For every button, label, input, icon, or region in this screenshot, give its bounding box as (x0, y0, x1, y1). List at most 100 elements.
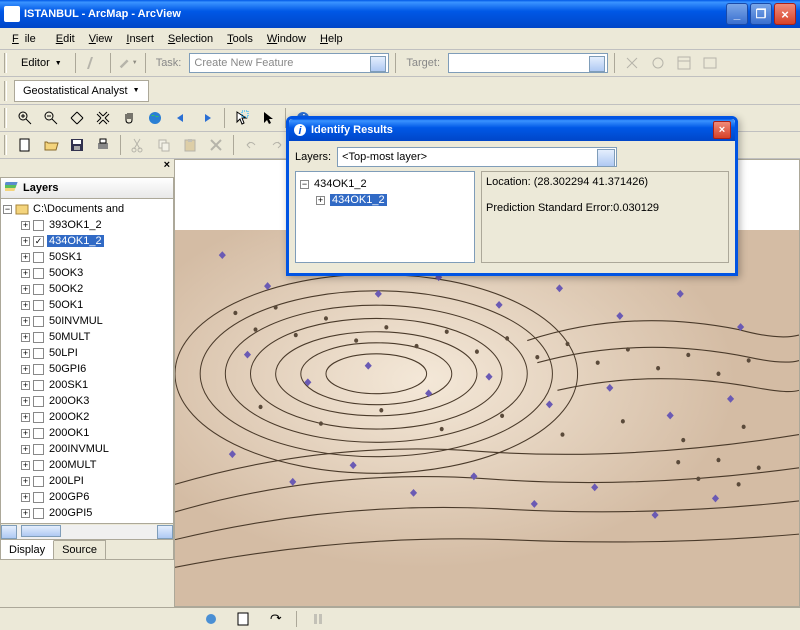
collapse-icon[interactable]: − (300, 180, 309, 189)
layer-checkbox[interactable] (33, 268, 44, 279)
toc-layer-item[interactable]: +50INVMUL (3, 313, 171, 329)
pan-icon[interactable] (118, 107, 140, 129)
full-extent-icon[interactable] (144, 107, 166, 129)
toc-layer-item[interactable]: +200MULT (3, 457, 171, 473)
prev-extent-icon[interactable] (170, 107, 192, 129)
zoom-in-icon[interactable] (14, 107, 36, 129)
toc-root[interactable]: − C:\Documents and (3, 201, 171, 217)
toc-layer-item[interactable]: +50OK3 (3, 265, 171, 281)
refresh-icon[interactable] (264, 608, 286, 630)
map-canvas[interactable] (175, 230, 799, 606)
toc-layer-item[interactable]: +50GPI6 (3, 361, 171, 377)
layer-label[interactable]: 200GPI5 (47, 507, 94, 519)
toc-layer-item[interactable]: +✓434OK1_2 (3, 233, 171, 249)
expand-icon[interactable]: + (21, 317, 30, 326)
menu-insert[interactable]: Insert (120, 31, 160, 47)
layer-checkbox[interactable] (33, 220, 44, 231)
expand-icon[interactable]: + (21, 253, 30, 262)
layer-checkbox[interactable] (33, 284, 44, 295)
expand-icon[interactable]: + (21, 301, 30, 310)
toc-layer-item[interactable]: +200OK1 (3, 425, 171, 441)
toc-layer-item[interactable]: +50SK1 (3, 249, 171, 265)
new-icon[interactable] (14, 134, 36, 156)
toc-layer-item[interactable]: +200LPI (3, 473, 171, 489)
identify-layers-combo[interactable]: <Top-most layer> (337, 147, 617, 167)
layer-label[interactable]: 50GPI6 (47, 363, 88, 375)
identify-tree-child[interactable]: 434OK1_2 (330, 194, 387, 206)
layer-checkbox[interactable] (33, 300, 44, 311)
next-extent-icon[interactable] (196, 107, 218, 129)
layer-label[interactable]: 200MULT (47, 459, 98, 471)
expand-icon[interactable]: + (21, 429, 30, 438)
toc-close-button[interactable]: × (164, 159, 170, 171)
layer-checkbox[interactable] (33, 396, 44, 407)
layer-label[interactable]: 50OK1 (47, 299, 85, 311)
layer-checkbox[interactable] (33, 476, 44, 487)
toc-layer-item[interactable]: +50OK2 (3, 281, 171, 297)
close-button[interactable]: × (774, 3, 796, 25)
layer-label[interactable]: 200GP6 (47, 491, 91, 503)
layer-checkbox[interactable]: ✓ (33, 236, 44, 247)
geostat-dropdown[interactable]: Geostatistical Analyst▼ (14, 80, 149, 102)
layer-checkbox[interactable] (33, 428, 44, 439)
identify-tree-parent[interactable]: 434OK1_2 (314, 178, 367, 190)
layer-label[interactable]: 200OK3 (47, 395, 91, 407)
layer-checkbox[interactable] (33, 412, 44, 423)
layer-label[interactable]: 50OK2 (47, 283, 85, 295)
expand-icon[interactable]: + (21, 237, 30, 246)
open-icon[interactable] (40, 134, 62, 156)
layer-label[interactable]: 50LPI (47, 347, 80, 359)
scroll-left-button[interactable] (1, 525, 17, 539)
identify-titlebar[interactable]: i Identify Results × (289, 119, 735, 141)
toc-layer-item[interactable]: +200OK3 (3, 393, 171, 409)
expand-icon[interactable]: + (21, 285, 30, 294)
layer-checkbox[interactable] (33, 492, 44, 503)
toolbar-grip[interactable] (4, 81, 7, 101)
expand-icon[interactable]: + (21, 269, 30, 278)
tab-display[interactable]: Display (1, 540, 54, 559)
target-combo[interactable] (448, 53, 608, 73)
toc-horizontal-scrollbar[interactable] (1, 523, 173, 539)
layer-label[interactable]: 200OK1 (47, 427, 91, 439)
menu-selection[interactable]: Selection (162, 31, 219, 47)
fixed-zoom-out-icon[interactable] (92, 107, 114, 129)
expand-icon[interactable]: + (21, 333, 30, 342)
menu-file[interactable]: File (6, 31, 48, 47)
expand-icon[interactable]: + (316, 196, 325, 205)
expand-icon[interactable]: + (21, 445, 30, 454)
layer-checkbox[interactable] (33, 380, 44, 391)
expand-icon[interactable]: + (21, 493, 30, 502)
scroll-thumb[interactable] (21, 525, 61, 537)
layer-checkbox[interactable] (33, 444, 44, 455)
collapse-icon[interactable]: − (3, 205, 12, 214)
layer-checkbox[interactable] (33, 364, 44, 375)
toolbar-grip[interactable] (4, 53, 7, 73)
identify-tree[interactable]: − 434OK1_2 + 434OK1_2 (295, 171, 475, 263)
layer-checkbox[interactable] (33, 508, 44, 519)
toc-layer-item[interactable]: +393OK1_2 (3, 217, 171, 233)
minimize-button[interactable]: _ (726, 3, 748, 25)
toc-layer-item[interactable]: +200INVMUL (3, 441, 171, 457)
expand-icon[interactable]: + (21, 349, 30, 358)
expand-icon[interactable]: + (21, 365, 30, 374)
layer-checkbox[interactable] (33, 460, 44, 471)
identify-close-button[interactable]: × (713, 121, 731, 139)
layer-checkbox[interactable] (33, 348, 44, 359)
select-features-icon[interactable] (231, 107, 253, 129)
toc-layer-item[interactable]: +200OK2 (3, 409, 171, 425)
layer-checkbox[interactable] (33, 332, 44, 343)
toc-layer-item[interactable]: +200GP6 (3, 489, 171, 505)
expand-icon[interactable]: + (21, 381, 30, 390)
expand-icon[interactable]: + (21, 509, 30, 518)
toc-layer-item[interactable]: +200SK1 (3, 377, 171, 393)
toc-layer-item[interactable]: +50OK1 (3, 297, 171, 313)
maximize-button[interactable]: ❐ (750, 3, 772, 25)
toc-tree[interactable]: − C:\Documents and +393OK1_2+✓434OK1_2+5… (1, 199, 173, 523)
save-icon[interactable] (66, 134, 88, 156)
layer-label[interactable]: 200SK1 (47, 379, 90, 391)
scroll-right-button[interactable] (157, 525, 173, 539)
menu-help[interactable]: Help (314, 31, 349, 47)
layout-view-icon[interactable] (232, 608, 254, 630)
task-combo[interactable]: Create New Feature (189, 53, 389, 73)
expand-icon[interactable]: + (21, 221, 30, 230)
